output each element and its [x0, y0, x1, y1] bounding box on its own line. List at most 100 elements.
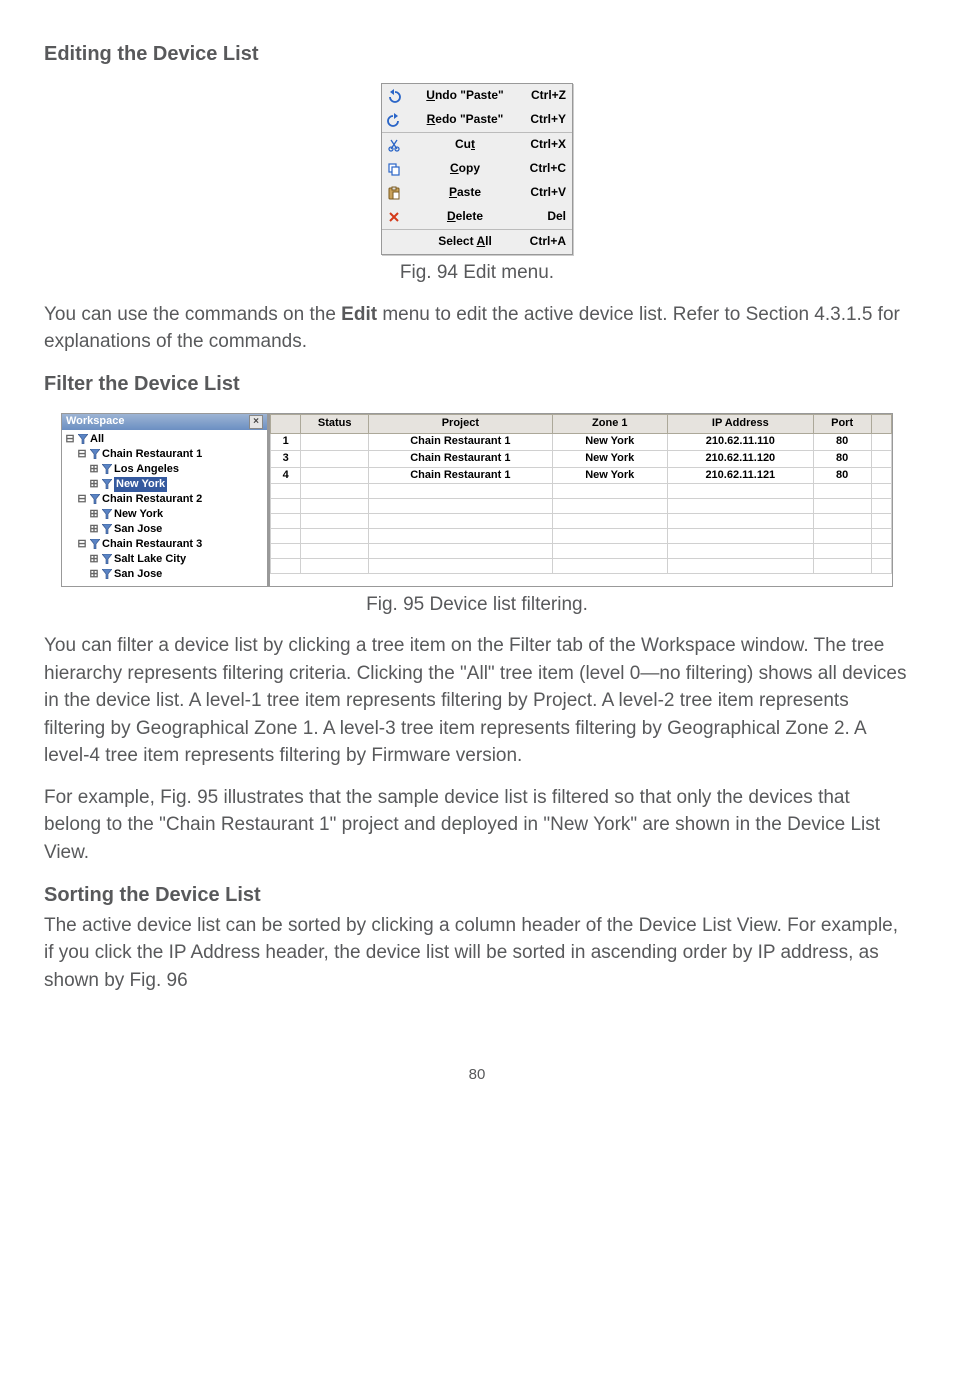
menu-label: Paste: [408, 184, 522, 201]
table-cell: [301, 433, 369, 450]
table-cell: 210.62.11.110: [667, 433, 813, 450]
undo-icon: [386, 88, 402, 104]
table-row[interactable]: 1Chain Restaurant 1New York210.62.11.110…: [271, 433, 892, 450]
tree-item-cr3[interactable]: ⊟Chain Restaurant 3: [64, 537, 265, 552]
table-cell: 210.62.11.120: [667, 450, 813, 467]
tree-item-all[interactable]: ⊟All: [64, 432, 265, 447]
menu-item-delete[interactable]: Delete Del: [382, 205, 572, 229]
table-cell: [813, 484, 871, 499]
col-header-project[interactable]: Project: [369, 414, 553, 433]
table-cell: Chain Restaurant 1: [369, 433, 553, 450]
table-cell: [552, 499, 667, 514]
table-cell: [871, 544, 892, 559]
table-cell: New York: [552, 450, 667, 467]
menu-item-copy[interactable]: Copy Ctrl+C: [382, 157, 572, 181]
table-cell: [369, 529, 553, 544]
table-cell: [813, 529, 871, 544]
menu-shortcut: Ctrl+C: [522, 160, 566, 177]
table-cell: [552, 559, 667, 574]
tree-item-ny2[interactable]: ⊞New York: [64, 507, 265, 522]
copy-icon: [386, 161, 402, 177]
funnel-icon: [90, 539, 100, 549]
table-cell: [871, 499, 892, 514]
table-cell: 80: [813, 467, 871, 484]
menu-label: Delete: [408, 208, 522, 225]
table-cell: [813, 499, 871, 514]
table-row[interactable]: [271, 484, 892, 499]
table-cell: [552, 514, 667, 529]
table-row[interactable]: [271, 499, 892, 514]
menu-item-undo[interactable]: Undo "Paste" Ctrl+Z: [382, 84, 572, 108]
table-cell: [552, 544, 667, 559]
figure-caption-95: Fig. 95 Device list filtering.: [44, 591, 910, 619]
close-icon[interactable]: ×: [249, 415, 263, 429]
table-cell: [369, 544, 553, 559]
table-cell: [871, 433, 892, 450]
table-cell: [871, 514, 892, 529]
funnel-icon: [102, 524, 112, 534]
figure-caption-94: Fig. 94 Edit menu.: [44, 259, 910, 287]
table-cell: [871, 484, 892, 499]
workspace-pane: Workspace × ⊟All ⊟Chain Restaurant 1 ⊞Lo…: [62, 414, 268, 586]
col-header-index[interactable]: [271, 414, 301, 433]
table-cell: [271, 544, 301, 559]
menu-label: Select All: [408, 233, 522, 250]
table-cell: [552, 529, 667, 544]
table-cell: 1: [271, 433, 301, 450]
device-table-pane: Status Project Zone 1 IP Address Port 1 C…: [268, 414, 892, 586]
menu-shortcut: Ctrl+X: [522, 136, 566, 153]
blank-icon: [386, 234, 402, 250]
paragraph-edit-intro: You can use the commands on the Edit men…: [44, 301, 910, 356]
table-cell: [271, 484, 301, 499]
tree-item-cr2[interactable]: ⊟Chain Restaurant 2: [64, 492, 265, 507]
menu-label: Redo "Paste": [408, 111, 522, 128]
col-header-status[interactable]: Status: [301, 414, 369, 433]
heading-editing: Editing the Device List: [44, 40, 910, 69]
tree-item-sj2[interactable]: ⊞San Jose: [64, 567, 265, 582]
table-cell: [667, 529, 813, 544]
table-header-row: Status Project Zone 1 IP Address Port: [271, 414, 892, 433]
table-cell: [301, 467, 369, 484]
col-header-scroll: [871, 414, 892, 433]
table-cell: [667, 544, 813, 559]
tree-item-la[interactable]: ⊞Los Angeles: [64, 462, 265, 477]
tree-item-ny-selected[interactable]: ⊞New York: [64, 477, 265, 492]
tree-item-sj[interactable]: ⊞San Jose: [64, 522, 265, 537]
col-header-port[interactable]: Port: [813, 414, 871, 433]
table-cell: 80: [813, 450, 871, 467]
table-cell: [813, 514, 871, 529]
table-row[interactable]: 3 Chain Restaurant 1New York210.62.11.120…: [271, 450, 892, 467]
menu-label: Undo "Paste": [408, 87, 522, 104]
table-cell: [667, 484, 813, 499]
col-header-ip[interactable]: IP Address: [667, 414, 813, 433]
tree-item-cr1[interactable]: ⊟Chain Restaurant 1: [64, 447, 265, 462]
table-cell: [369, 484, 553, 499]
menu-item-redo[interactable]: Redo "Paste" Ctrl+Y: [382, 108, 572, 132]
edit-menu: Undo "Paste" Ctrl+Z Redo "Paste" Ctrl+Y …: [381, 83, 573, 255]
tree-item-slc[interactable]: ⊞Salt Lake City: [64, 552, 265, 567]
table-row[interactable]: [271, 544, 892, 559]
table-row[interactable]: [271, 559, 892, 574]
menu-item-cut[interactable]: Cut Ctrl+X: [382, 133, 572, 157]
table-row[interactable]: [271, 529, 892, 544]
table-cell: [813, 559, 871, 574]
menu-item-select-all[interactable]: Select All Ctrl+A: [382, 230, 572, 254]
table-cell: Chain Restaurant 1: [369, 450, 553, 467]
table-row[interactable]: [271, 514, 892, 529]
table-cell: 210.62.11.121: [667, 467, 813, 484]
funnel-icon: [102, 464, 112, 474]
figure-device-list: Workspace × ⊟All ⊟Chain Restaurant 1 ⊞Lo…: [61, 413, 893, 587]
table-cell: [271, 559, 301, 574]
table-cell: 3: [271, 450, 301, 467]
table-cell: [369, 499, 553, 514]
table-cell: [301, 559, 369, 574]
col-header-zone1[interactable]: Zone 1: [552, 414, 667, 433]
table-cell: [301, 514, 369, 529]
menu-item-paste[interactable]: Paste Ctrl+V: [382, 181, 572, 205]
funnel-icon: [102, 554, 112, 564]
menu-label: Cut: [408, 136, 522, 153]
menu-shortcut: Del: [522, 208, 566, 225]
table-row[interactable]: 4Chain Restaurant 1New York210.62.11.121…: [271, 467, 892, 484]
table-cell: [369, 514, 553, 529]
table-cell: 4: [271, 467, 301, 484]
